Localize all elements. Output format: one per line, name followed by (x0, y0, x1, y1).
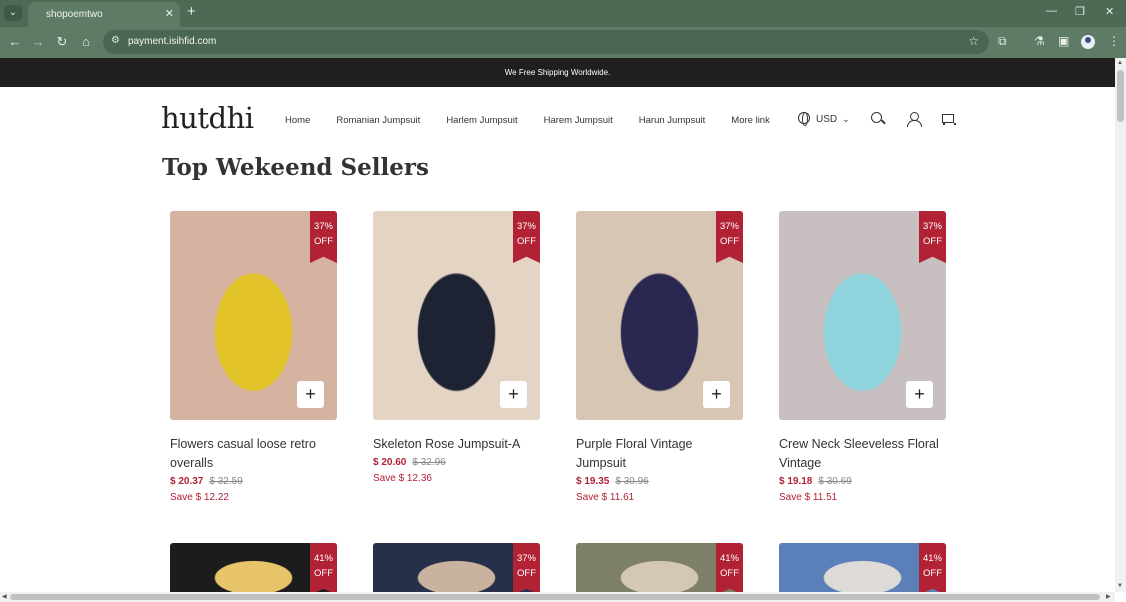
product-name[interactable]: Flowers casual loose retro overalls (170, 435, 337, 473)
sidebar-icon[interactable]: ▣ (1058, 34, 1069, 48)
nav-romanian-jumpsuit[interactable]: Romanian Jumpsuit (336, 115, 420, 126)
currency-label: USD (816, 114, 838, 125)
browser-tab[interactable]: shopoemtwo ✕ (28, 2, 180, 27)
discount-badge: 37% OFF (513, 543, 540, 592)
product-name[interactable]: Purple Floral Vintage Jumpsuit (576, 435, 743, 473)
scroll-up-icon[interactable]: ▲ (1117, 60, 1123, 66)
search-icon[interactable] (871, 112, 885, 126)
price-row: $ 20.37 $ 32.59 (170, 474, 337, 490)
savings-text: Save $ 11.51 (779, 492, 838, 503)
original-price: $ 32.59 (209, 476, 243, 487)
menu-icon[interactable]: ⋮ (1108, 34, 1120, 48)
product-image[interactable]: 37% OFF + (373, 211, 540, 420)
site-header: hutdhi Home Romanian Jumpsuit Harlem Jum… (0, 87, 1115, 153)
discount-badge: 37% OFF (716, 211, 743, 263)
discount-badge: 41% OFF (919, 543, 946, 592)
sale-price: $ 20.37 (170, 476, 204, 487)
minimize-icon[interactable]: — (1046, 5, 1057, 17)
product-image[interactable]: 41% OFF (170, 543, 337, 592)
profile-icon[interactable] (1081, 35, 1095, 49)
horizontal-scroll-thumb[interactable] (10, 594, 1100, 600)
product-image[interactable]: 37% OFF + (170, 211, 337, 420)
account-icon[interactable] (907, 112, 922, 127)
url-text[interactable]: payment.isihfid.com (128, 36, 216, 47)
home-icon[interactable]: ⌂ (78, 34, 94, 49)
original-price: $ 30.69 (818, 476, 852, 487)
browser-toolbar: ← → ↻ ⌂ ⚙ payment.isihfid.com ☆ ⧉ ⚗ ▣ ⋮ (0, 27, 1126, 58)
nav-harun-jumpsuit[interactable]: Harun Jumpsuit (639, 115, 706, 126)
add-to-cart-button[interactable]: + (297, 381, 324, 408)
scroll-right-icon[interactable]: ▶ (1106, 593, 1111, 600)
product-name[interactable]: Crew Neck Sleeveless Floral Vintage (779, 435, 946, 473)
vertical-scrollbar[interactable]: ▲ ▼ (1115, 58, 1126, 592)
original-price: $ 30.96 (615, 476, 649, 487)
product-card[interactable]: 37% OFF + Flowers casual loose retro over… (170, 211, 337, 503)
discount-badge: 37% OFF (919, 211, 946, 263)
discount-badge: 41% OFF (716, 543, 743, 592)
product-card[interactable]: 41% OFF (170, 543, 337, 592)
sale-price: $ 19.35 (576, 476, 610, 487)
scroll-left-icon[interactable]: ◀ (2, 593, 7, 600)
product-image[interactable]: 37% OFF + (779, 211, 946, 420)
original-price: $ 32.96 (412, 457, 446, 468)
discount-badge: 41% OFF (310, 543, 337, 592)
section-title: Top Wekeend Sellers (162, 154, 429, 181)
back-icon[interactable]: ← (7, 34, 23, 49)
scroll-down-icon[interactable]: ▼ (1117, 583, 1123, 589)
nav-home[interactable]: Home (285, 115, 310, 126)
reload-icon[interactable]: ↻ (54, 34, 70, 50)
product-card[interactable]: 41% OFF (576, 543, 743, 592)
vertical-scroll-thumb[interactable] (1117, 70, 1124, 122)
product-card[interactable]: 37% OFF + Crew Neck Sleeveless Floral Vin… (779, 211, 946, 503)
close-window-icon[interactable]: ✕ (1105, 5, 1114, 18)
price-row: $ 19.35 $ 30.96 (576, 474, 743, 490)
product-image[interactable]: 37% OFF + (576, 211, 743, 420)
extensions-icon[interactable]: ⧉ (998, 34, 1007, 49)
savings-text: Save $ 12.22 (170, 492, 229, 503)
price-row: $ 20.60 $ 32.96 (373, 455, 540, 471)
sale-price: $ 19.18 (779, 476, 813, 487)
site-info-icon[interactable]: ⚙ (111, 35, 120, 46)
page-content: We Free Shipping Worldwide. hutdhi Home … (0, 58, 1115, 592)
announcement-bar: We Free Shipping Worldwide. (0, 58, 1115, 87)
nav-harem-jumpsuit[interactable]: Harem Jumpsuit (544, 115, 613, 126)
site-logo[interactable]: hutdhi (161, 101, 254, 135)
price-row: $ 19.18 $ 30.69 (779, 474, 946, 490)
browser-tab-bar: ⌄ shopoemtwo ✕ + — ❐ ✕ (0, 0, 1126, 27)
product-card[interactable]: 41% OFF (779, 543, 946, 592)
discount-badge: 37% OFF (310, 211, 337, 263)
add-to-cart-button[interactable]: + (500, 381, 527, 408)
horizontal-scrollbar[interactable]: ◀ ▶ (0, 592, 1115, 602)
main-nav: Home Romanian Jumpsuit Harlem Jumpsuit H… (285, 115, 796, 126)
address-bar[interactable]: ⚙ payment.isihfid.com ☆ (103, 30, 989, 54)
product-card[interactable]: 37% OFF + Purple Floral Vintage Jumpsuit … (576, 211, 743, 503)
nav-harlem-jumpsuit[interactable]: Harlem Jumpsuit (446, 115, 517, 126)
add-to-cart-button[interactable]: + (703, 381, 730, 408)
labs-icon[interactable]: ⚗ (1034, 34, 1045, 48)
new-tab-icon[interactable]: + (187, 3, 196, 20)
tab-list-icon[interactable]: ⌄ (4, 5, 22, 21)
discount-badge: 37% OFF (513, 211, 540, 263)
tab-title: shopoemtwo (46, 9, 103, 20)
product-image[interactable]: 41% OFF (576, 543, 743, 592)
product-card[interactable]: 37% OFF + Skeleton Rose Jumpsuit-A $ 20.6… (373, 211, 540, 484)
sale-price: $ 20.60 (373, 457, 407, 468)
add-to-cart-button[interactable]: + (906, 381, 933, 408)
chevron-down-icon: ⌄ (842, 114, 850, 124)
product-image[interactable]: 41% OFF (779, 543, 946, 592)
product-name[interactable]: Skeleton Rose Jumpsuit-A (373, 435, 540, 454)
restore-icon[interactable]: ❐ (1075, 5, 1085, 18)
forward-icon[interactable]: → (30, 34, 46, 49)
product-image[interactable]: 37% OFF (373, 543, 540, 592)
savings-text: Save $ 12.36 (373, 473, 432, 484)
currency-selector[interactable]: USD ⌄ (798, 112, 850, 126)
nav-more-link[interactable]: More link (731, 115, 770, 126)
bookmark-star-icon[interactable]: ☆ (968, 34, 979, 48)
globe-icon (798, 112, 810, 126)
savings-text: Save $ 11.61 (576, 492, 635, 503)
product-card[interactable]: 37% OFF (373, 543, 540, 592)
close-tab-icon[interactable]: ✕ (165, 7, 174, 20)
cart-icon[interactable] (940, 112, 956, 126)
